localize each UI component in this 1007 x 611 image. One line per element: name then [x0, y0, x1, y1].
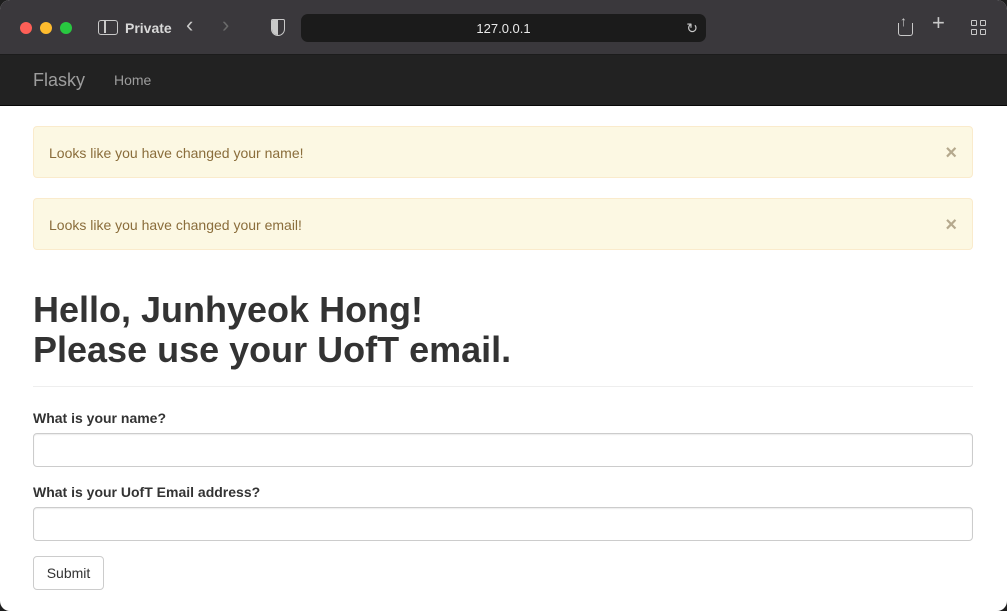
- alert-close-icon[interactable]: ×: [945, 215, 957, 235]
- address-bar[interactable]: 127.0.0.1 ↻: [301, 14, 706, 42]
- alert-message: Looks like you have changed your name!: [49, 145, 304, 161]
- submit-button[interactable]: Submit: [33, 556, 104, 590]
- address-bar-url[interactable]: 127.0.0.1: [301, 21, 706, 36]
- email-input[interactable]: [33, 507, 973, 541]
- forward-icon[interactable]: ›: [222, 14, 229, 36]
- name-input[interactable]: [33, 433, 973, 467]
- minimize-window-button[interactable]: [40, 22, 52, 34]
- site-navbar: Flasky Home: [0, 55, 1007, 106]
- page-header: Hello, Junhyeok Hong! Please use your Uo…: [33, 290, 973, 370]
- zoom-window-button[interactable]: [60, 22, 72, 34]
- tab-overview-icon[interactable]: [971, 20, 986, 35]
- nav-link-home[interactable]: Home: [114, 72, 151, 88]
- header-divider: [33, 386, 973, 387]
- sidebar-toggle-icon[interactable]: [98, 20, 118, 35]
- browser-toolbar: Private ‹ › 127.0.0.1 ↻ ↑ +: [0, 0, 1007, 55]
- alert-email-changed: Looks like you have changed your email! …: [33, 198, 973, 250]
- privacy-shield-icon[interactable]: [271, 19, 285, 36]
- share-icon[interactable]: ↑: [897, 13, 913, 36]
- greeting-heading: Hello, Junhyeok Hong!: [33, 289, 424, 330]
- private-label: Private: [125, 20, 172, 36]
- alert-close-icon[interactable]: ×: [945, 143, 957, 163]
- navbar-brand[interactable]: Flasky: [33, 70, 85, 91]
- alert-message: Looks like you have changed your email!: [49, 217, 302, 233]
- alert-name-changed: Looks like you have changed your name! ×: [33, 126, 973, 178]
- name-field-label: What is your name?: [33, 410, 167, 426]
- browser-window: Private ‹ › 127.0.0.1 ↻ ↑ + Flasky Home …: [0, 0, 1007, 611]
- new-tab-icon[interactable]: +: [932, 12, 945, 34]
- close-window-button[interactable]: [20, 22, 32, 34]
- email-field-label: What is your UofT Email address?: [33, 484, 261, 500]
- back-icon[interactable]: ‹: [186, 14, 193, 36]
- reload-icon[interactable]: ↻: [686, 20, 698, 37]
- instruction-heading: Please use your UofT email.: [33, 329, 512, 370]
